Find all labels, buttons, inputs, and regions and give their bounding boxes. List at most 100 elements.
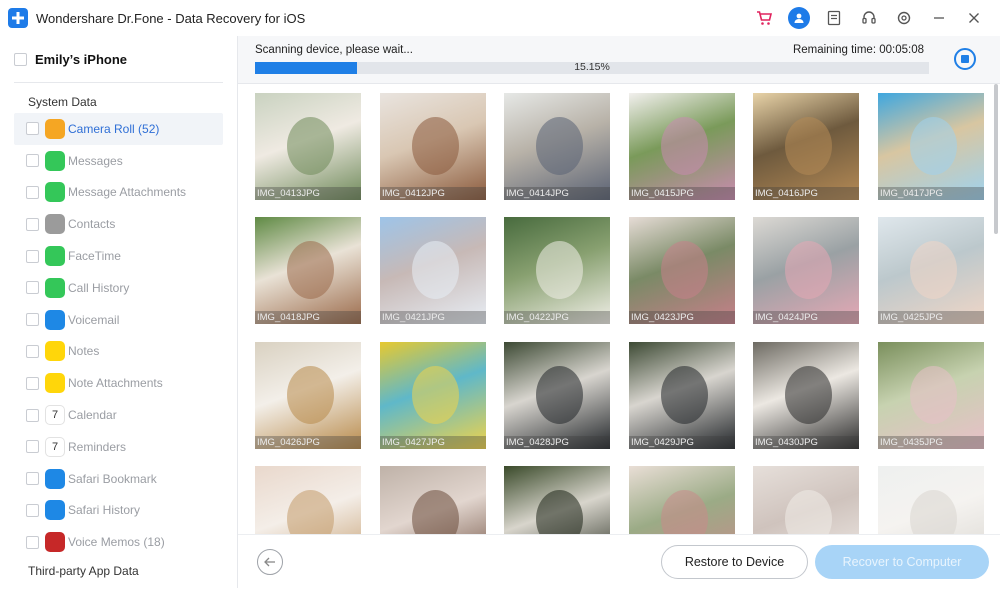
photo-thumbnail[interactable]: IMG_0427JPG xyxy=(380,342,486,449)
sidebar-item-facetime[interactable]: FaceTime xyxy=(0,240,237,272)
item-checkbox[interactable] xyxy=(26,217,39,231)
photo-content xyxy=(784,489,833,534)
item-checkbox[interactable] xyxy=(26,185,39,199)
photo-thumbnail[interactable]: IMG_0424JPG xyxy=(753,217,859,324)
item-checkbox[interactable] xyxy=(26,122,39,136)
photo-thumbnail[interactable]: IMG_0414JPG xyxy=(504,93,610,200)
photo-filename: IMG_0414JPG xyxy=(504,187,610,200)
photo-filename: IMG_0425JPG xyxy=(878,311,984,324)
photo-content xyxy=(411,365,460,425)
photo-filename: IMG_0413JPG xyxy=(255,187,361,200)
item-checkbox[interactable] xyxy=(26,249,39,263)
photo-thumbnail[interactable] xyxy=(255,466,361,534)
note-attachments-icon xyxy=(45,373,65,394)
photo-filename: IMG_0430JPG xyxy=(753,436,859,449)
photo-thumbnail[interactable]: IMG_0426JPG xyxy=(255,342,361,449)
photo-thumbnail[interactable]: IMG_0422JPG xyxy=(504,217,610,324)
item-checkbox[interactable] xyxy=(26,408,39,422)
device-row[interactable]: Emily’s iPhone xyxy=(14,36,223,83)
photo-thumbnail[interactable]: IMG_0413JPG xyxy=(255,93,361,200)
photo-thumbnail[interactable]: IMG_0435JPG xyxy=(878,342,984,449)
reminders-icon: 7 xyxy=(45,436,65,457)
item-checkbox[interactable] xyxy=(26,154,39,168)
photo-filename: IMG_0421JPG xyxy=(380,311,486,324)
cart-icon[interactable] xyxy=(752,6,776,30)
photo-content xyxy=(909,365,958,425)
sidebar-item-safari-bookmark[interactable]: Safari Bookmark xyxy=(0,463,237,495)
photo-thumbnail[interactable]: IMG_0421JPG xyxy=(380,217,486,324)
user-icon[interactable] xyxy=(787,6,811,30)
sidebar-item-camera-roll[interactable]: Camera Roll (52) xyxy=(14,113,223,145)
sidebar-item-reminders[interactable]: 7 Reminders xyxy=(0,431,237,463)
item-checkbox[interactable] xyxy=(26,472,39,486)
photo-content xyxy=(909,116,958,176)
back-button[interactable] xyxy=(257,549,283,575)
photo-thumbnail[interactable]: IMG_0429JPG xyxy=(629,342,735,449)
photo-content xyxy=(411,116,460,176)
title-bar: Wondershare Dr.Fone - Data Recovery for … xyxy=(0,0,1000,36)
bottom-action-bar: Restore to Device Recover to Computer xyxy=(238,534,1000,589)
photo-content xyxy=(784,116,833,176)
photo-content xyxy=(286,240,335,300)
photo-thumbnail[interactable]: IMG_0416JPG xyxy=(753,93,859,200)
photo-thumbnail[interactable]: IMG_0428JPG xyxy=(504,342,610,449)
sidebar-item-contacts[interactable]: Contacts xyxy=(0,208,237,240)
item-checkbox[interactable] xyxy=(26,503,39,517)
sidebar: Emily’s iPhone System Data Camera Roll (… xyxy=(0,36,238,588)
item-checkbox[interactable] xyxy=(26,440,39,454)
photo-thumbnail[interactable]: IMG_0415JPG xyxy=(629,93,735,200)
scrollbar-thumb[interactable] xyxy=(994,84,998,234)
close-icon[interactable] xyxy=(962,6,986,30)
sidebar-item-messages[interactable]: Messages xyxy=(0,145,237,177)
photo-thumbnail[interactable]: IMG_0423JPG xyxy=(629,217,735,324)
item-checkbox[interactable] xyxy=(26,281,39,295)
photo-content xyxy=(784,240,833,300)
sidebar-item-label: Voice Memos (18) xyxy=(68,535,165,550)
photo-thumbnail[interactable] xyxy=(878,466,984,534)
restore-to-device-button[interactable]: Restore to Device xyxy=(661,545,808,579)
item-checkbox[interactable] xyxy=(26,313,39,327)
photo-content xyxy=(660,489,709,534)
safari-bookmark-icon xyxy=(45,468,65,489)
settings-icon[interactable] xyxy=(892,6,916,30)
message-attachments-icon xyxy=(45,182,65,203)
sidebar-item-calendar[interactable]: 7 Calendar xyxy=(0,399,237,431)
photo-thumbnail[interactable]: IMG_0430JPG xyxy=(753,342,859,449)
sidebar-item-safari-history[interactable]: Safari History xyxy=(0,495,237,527)
photo-thumbnail[interactable]: IMG_0418JPG xyxy=(255,217,361,324)
facetime-icon xyxy=(45,246,65,267)
device-checkbox[interactable] xyxy=(14,52,27,66)
sidebar-item-call-history[interactable]: Call History xyxy=(0,272,237,304)
progress-bar: 15.15% xyxy=(255,61,929,74)
sidebar-item-label: Messages xyxy=(68,153,123,168)
photo-thumbnail[interactable]: IMG_0425JPG xyxy=(878,217,984,324)
photo-content xyxy=(535,240,584,300)
item-checkbox[interactable] xyxy=(26,535,39,549)
minimize-icon[interactable] xyxy=(927,6,951,30)
sidebar-item-message-attachments[interactable]: Message Attachments xyxy=(0,177,237,209)
sidebar-item-label: Call History xyxy=(68,280,130,295)
photo-filename: IMG_0422JPG xyxy=(504,311,610,324)
sidebar-item-voice-memos[interactable]: Voice Memos (18) xyxy=(0,526,237,558)
stop-scan-button[interactable] xyxy=(954,48,976,70)
photo-content xyxy=(660,365,709,425)
photo-thumbnail[interactable]: IMG_0412JPG xyxy=(380,93,486,200)
photo-thumbnail[interactable] xyxy=(380,466,486,534)
sidebar-item-voicemail[interactable]: Voicemail xyxy=(0,304,237,336)
photo-filename: IMG_0418JPG xyxy=(255,311,361,324)
photo-thumbnail[interactable]: IMG_0417JPG xyxy=(878,93,984,200)
photo-thumbnail[interactable] xyxy=(753,466,859,534)
feedback-icon[interactable] xyxy=(822,6,846,30)
arrow-left-icon xyxy=(264,557,275,567)
notes-icon xyxy=(45,341,65,362)
item-checkbox[interactable] xyxy=(26,344,39,358)
support-headset-icon[interactable] xyxy=(857,6,881,30)
photo-thumbnail[interactable] xyxy=(504,466,610,534)
sidebar-item-label: Calendar xyxy=(68,408,117,423)
sidebar-item-notes[interactable]: Notes xyxy=(0,336,237,368)
recover-to-computer-button[interactable]: Recover to Computer xyxy=(815,545,989,579)
sidebar-item-note-attachments[interactable]: Note Attachments xyxy=(0,367,237,399)
scrollbar[interactable] xyxy=(992,84,1000,534)
item-checkbox[interactable] xyxy=(26,376,39,390)
photo-thumbnail[interactable] xyxy=(629,466,735,534)
